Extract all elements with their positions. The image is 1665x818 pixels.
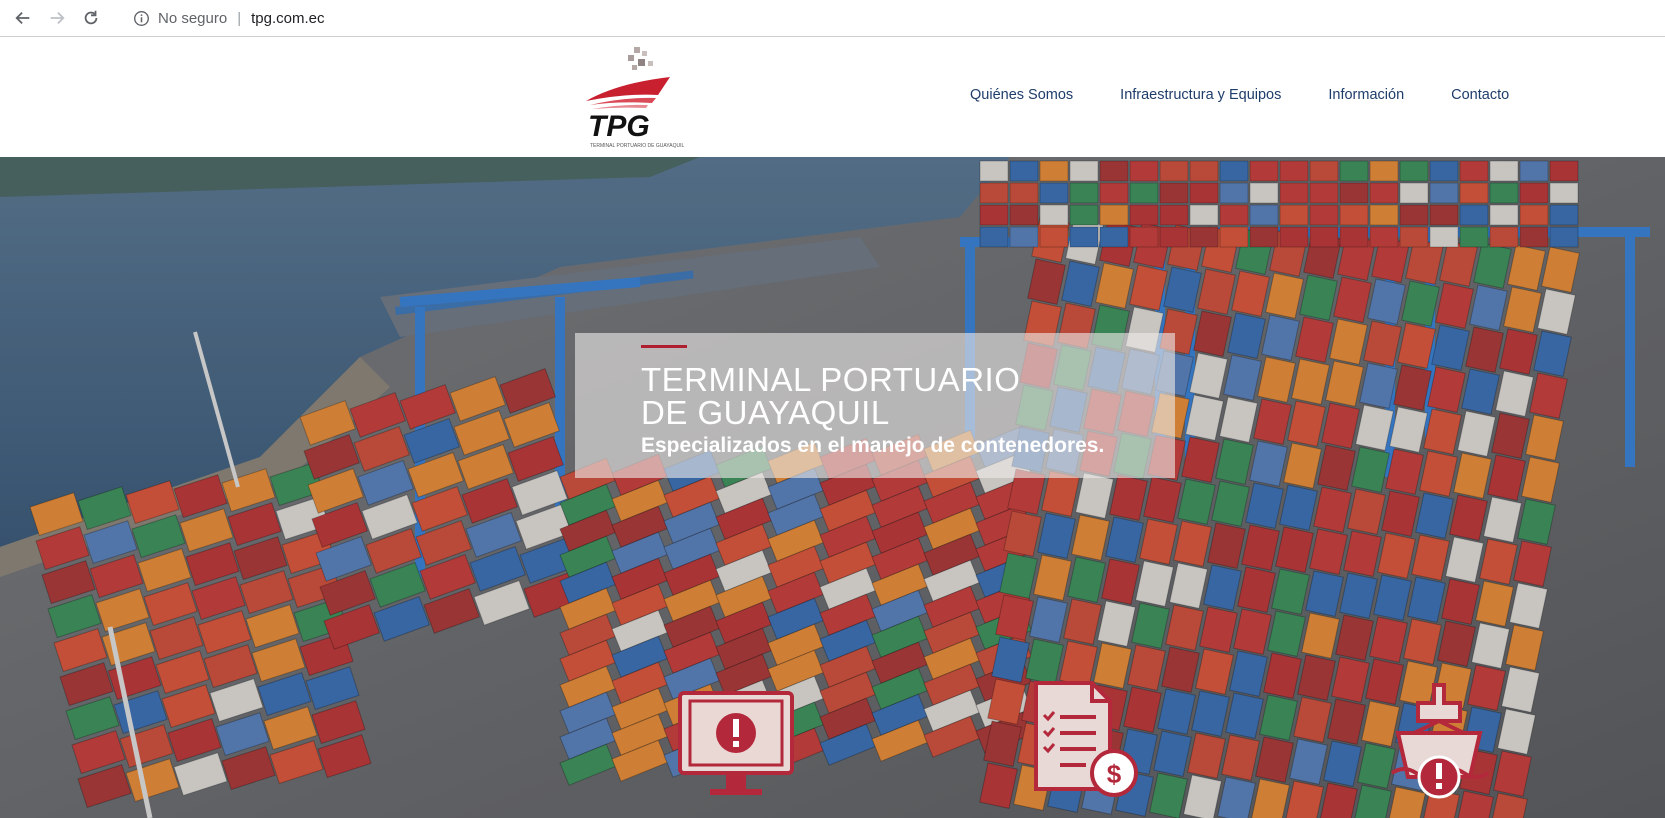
nav-contacto[interactable]: Contacto bbox=[1451, 87, 1509, 103]
site-header: TPG TERMINAL PORTUARIO DE GUAYAQUIL Quié… bbox=[0, 37, 1665, 157]
url-separator: | bbox=[237, 9, 242, 27]
forward-button[interactable] bbox=[46, 7, 68, 29]
hero-banner: TERMINAL PORTUARIO DE GUAYAQUIL Especial… bbox=[0, 157, 1665, 818]
page-frame: No seguro | tpg.com.ec TPG TERMINAL PORT… bbox=[0, 0, 1665, 818]
title-accent-line bbox=[641, 345, 687, 348]
back-button[interactable] bbox=[12, 7, 34, 29]
ship-alert-icon[interactable] bbox=[1384, 681, 1504, 801]
svg-text:$: $ bbox=[1107, 759, 1122, 789]
logo-text: TPG bbox=[588, 110, 650, 143]
back-arrow-icon bbox=[15, 11, 30, 25]
monitor-alert-icon[interactable] bbox=[676, 685, 796, 805]
hero-subtitle: Especializados en el manejo de contenedo… bbox=[641, 434, 1105, 457]
nav-quienes-somos[interactable]: Quiénes Somos bbox=[970, 87, 1073, 103]
logo-tagline: TERMINAL PORTUARIO DE GUAYAQUIL bbox=[590, 143, 684, 149]
nav-informacion[interactable]: Información bbox=[1328, 87, 1404, 103]
site-info-icon[interactable] bbox=[132, 9, 150, 27]
nav-infraestructura-equipos[interactable]: Infraestructura y Equipos bbox=[1120, 87, 1281, 103]
forward-arrow-icon bbox=[50, 11, 65, 25]
hero-title-line2: DE GUAYAQUIL bbox=[641, 394, 890, 431]
hero-title-line1: TERMINAL PORTUARIO bbox=[641, 361, 1021, 398]
browser-address-bar: No seguro | tpg.com.ec bbox=[0, 0, 1665, 37]
reload-button[interactable] bbox=[80, 7, 102, 29]
main-navigation: Quiénes Somos Infraestructura y Equipos … bbox=[970, 87, 1556, 103]
reload-icon bbox=[84, 10, 98, 25]
tpg-logo[interactable]: TPG TERMINAL PORTUARIO DE GUAYAQUIL bbox=[578, 43, 698, 151]
url-field[interactable]: tpg.com.ec bbox=[251, 10, 324, 27]
invoice-dollar-icon[interactable]: $ bbox=[1030, 681, 1150, 801]
hero-caption-card: TERMINAL PORTUARIO DE GUAYAQUIL Especial… bbox=[575, 333, 1175, 478]
security-status-label: No seguro bbox=[158, 9, 228, 27]
hero-title: TERMINAL PORTUARIO DE GUAYAQUIL bbox=[641, 363, 1161, 429]
